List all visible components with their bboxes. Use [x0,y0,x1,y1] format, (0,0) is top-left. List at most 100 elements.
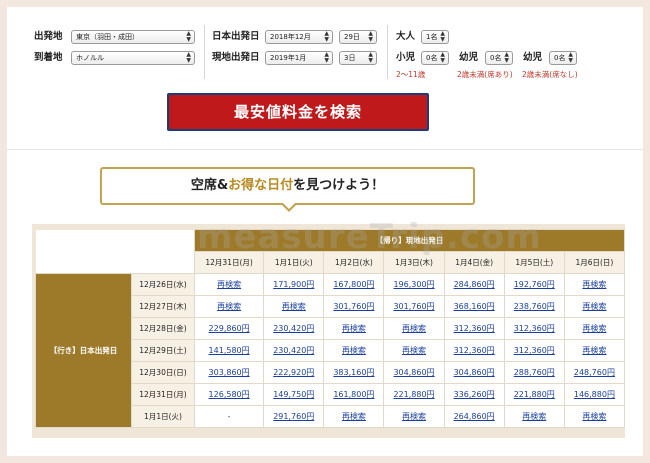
fare-link[interactable]: 141,580円 [209,346,250,355]
fare-link[interactable]: 304,860円 [454,368,495,377]
fare-link[interactable]: 288,760円 [514,368,555,377]
fare-link[interactable]: 248,760円 [574,368,615,377]
child-value: 0名 [426,54,438,62]
fare-link[interactable]: 291,760円 [273,412,314,421]
fare-link[interactable]: 230,420円 [273,346,314,355]
research-link[interactable]: 再検索 [342,324,366,333]
fare-link[interactable]: 304,860円 [393,368,434,377]
select-arrows-icon: ▲ ▼ [568,51,573,64]
outbound-date: 12月28日(金) [131,317,195,340]
table-corner [35,251,195,274]
fare-cell: 再検索 [263,295,325,318]
infant-seat-select[interactable]: 0名 ▲ ▼ [485,51,513,65]
infant-seat-note: 2歳未満(席あり) [457,70,513,79]
fare-cell: 301,760円 [323,295,385,318]
fare-cell: 再検索 [563,405,626,428]
fare-cell: 171,900円 [263,273,325,296]
research-link[interactable]: 再検索 [342,412,366,421]
infant-noseat-select[interactable]: 0名 ▲ ▼ [549,51,577,65]
fare-link[interactable]: 301,760円 [393,302,434,311]
fare-table: 【帰り】現地出発日 12月31日(月) 1月1日(火) 1月2日(水) 1月3日(木) 1… [35,229,626,428]
arrival-select[interactable]: ホノルル ▲ ▼ [71,51,195,65]
local-month-select[interactable]: 2019年1月 ▲ ▼ [265,51,333,65]
fare-cell: 再検索 [193,273,265,296]
outbound-date: 12月26日(水) [131,273,195,296]
fare-link[interactable]: 284,860円 [454,280,495,289]
section-divider [7,149,643,150]
fare-link[interactable]: 383,160円 [333,368,374,377]
research-link[interactable]: 再検索 [582,324,606,333]
fare-link[interactable]: 222,920円 [273,368,314,377]
fare-cell: 303,860円 [193,361,265,384]
research-link[interactable]: 再検索 [402,346,426,355]
fare-cell: 再検索 [323,405,385,428]
fare-link[interactable]: 126,580円 [209,390,250,399]
fare-link[interactable]: 264,860円 [454,412,495,421]
jp-day-value: 29日 [344,33,360,41]
fare-cell: 221,880円 [383,383,445,406]
fare-link[interactable]: 161,800円 [333,390,374,399]
fare-cell: 222,920円 [263,361,325,384]
research-link[interactable]: 再検索 [582,412,606,421]
fare-link[interactable]: 238,760円 [514,302,555,311]
fare-link[interactable]: 149,750円 [273,390,314,399]
infant-noseat-label: 幼児 [523,52,543,63]
research-link[interactable]: 再検索 [582,302,606,311]
fare-link[interactable]: 229,860円 [209,324,250,333]
fare-cell: 229,860円 [193,317,265,340]
child-note: 2〜11歳 [396,70,426,79]
outbound-date: 12月30日(日) [131,361,195,384]
fare-link[interactable]: 312,360円 [454,324,495,333]
fare-link[interactable]: 303,860円 [209,368,250,377]
fare-cell: - [193,405,265,428]
fare-cell: 312,360円 [503,317,565,340]
fare-link[interactable]: 167,800円 [333,280,374,289]
fare-cell: 383,160円 [323,361,385,384]
research-link[interactable]: 再検索 [582,280,606,289]
fare-cell: 161,800円 [323,383,385,406]
fare-cell: 再検索 [563,295,626,318]
select-arrows-icon: ▲ ▼ [368,30,373,43]
research-link[interactable]: 再検索 [402,324,426,333]
fare-cell: 248,760円 [563,361,626,384]
jp-month-select[interactable]: 2018年12月 ▲ ▼ [265,30,333,44]
infant-seat-label: 幼児 [459,52,479,63]
infant-seat-value: 0名 [490,54,502,62]
local-month-value: 2019年1月 [270,54,307,62]
local-day-select[interactable]: 3日 ▲ ▼ [339,51,377,65]
select-arrows-icon: ▲ ▼ [186,51,191,64]
fare-link[interactable]: 312,360円 [514,346,555,355]
fare-link[interactable]: 221,880円 [514,390,555,399]
research-link[interactable]: 再検索 [522,412,546,421]
fare-link[interactable]: 230,420円 [273,324,314,333]
fare-link[interactable]: 146,880円 [574,390,615,399]
fare-cell: 再検索 [383,405,445,428]
research-link[interactable]: 再検索 [402,412,426,421]
research-link[interactable]: 再検索 [282,302,306,311]
outbound-date: 12月29日(土) [131,339,195,362]
jp-day-select[interactable]: 29日 ▲ ▼ [339,30,377,44]
fare-link[interactable]: 221,880円 [393,390,434,399]
return-date: 1月6日(日) [563,251,626,274]
fare-link[interactable]: 312,360円 [454,346,495,355]
fare-link[interactable]: 171,900円 [273,280,314,289]
fare-link[interactable]: 368,160円 [454,302,495,311]
adult-select[interactable]: 1名 ▲ ▼ [421,30,449,44]
fare-link[interactable]: 301,760円 [333,302,374,311]
select-arrows-icon: ▲ ▼ [186,30,191,43]
fare-link[interactable]: 336,260円 [454,390,495,399]
research-link[interactable]: 再検索 [217,280,241,289]
research-link[interactable]: 再検索 [342,346,366,355]
fare-cell: 312,360円 [503,339,565,362]
fare-link[interactable]: 312,360円 [514,324,555,333]
select-arrows-icon: ▲ ▼ [324,51,329,64]
fare-link[interactable]: 192,760円 [514,280,555,289]
research-link[interactable]: 再検索 [582,346,606,355]
fare-link[interactable]: 196,300円 [393,280,434,289]
research-link[interactable]: 再検索 [217,302,241,311]
table-corner [35,229,195,252]
child-select[interactable]: 0名 ▲ ▼ [421,51,449,65]
fare-cell: 再検索 [503,405,565,428]
departure-select[interactable]: 東京（羽田・成田） ▲ ▼ [71,30,195,44]
search-lowest-fare-button[interactable]: 最安値料金を検索 [167,93,429,131]
